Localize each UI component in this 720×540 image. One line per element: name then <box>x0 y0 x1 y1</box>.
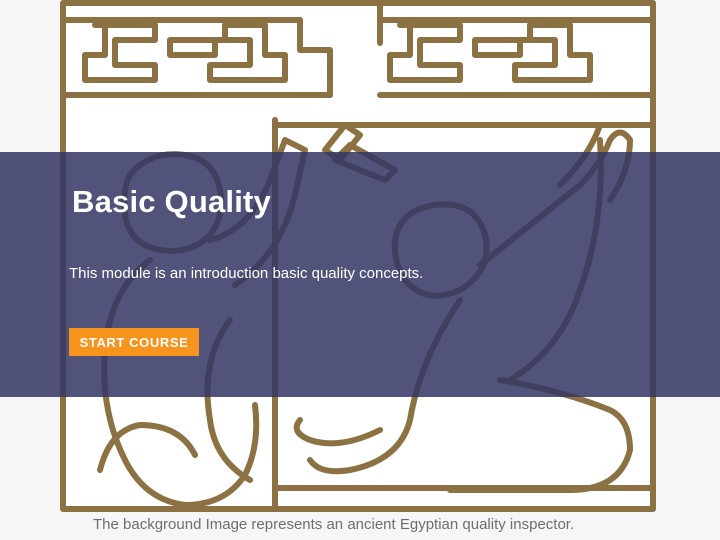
course-title: Basic Quality <box>72 184 272 219</box>
course-description: This module is an introduction basic qua… <box>69 265 424 282</box>
image-caption: The background Image represents an ancie… <box>93 516 575 533</box>
start-course-button[interactable]: START COURSE <box>69 328 199 356</box>
